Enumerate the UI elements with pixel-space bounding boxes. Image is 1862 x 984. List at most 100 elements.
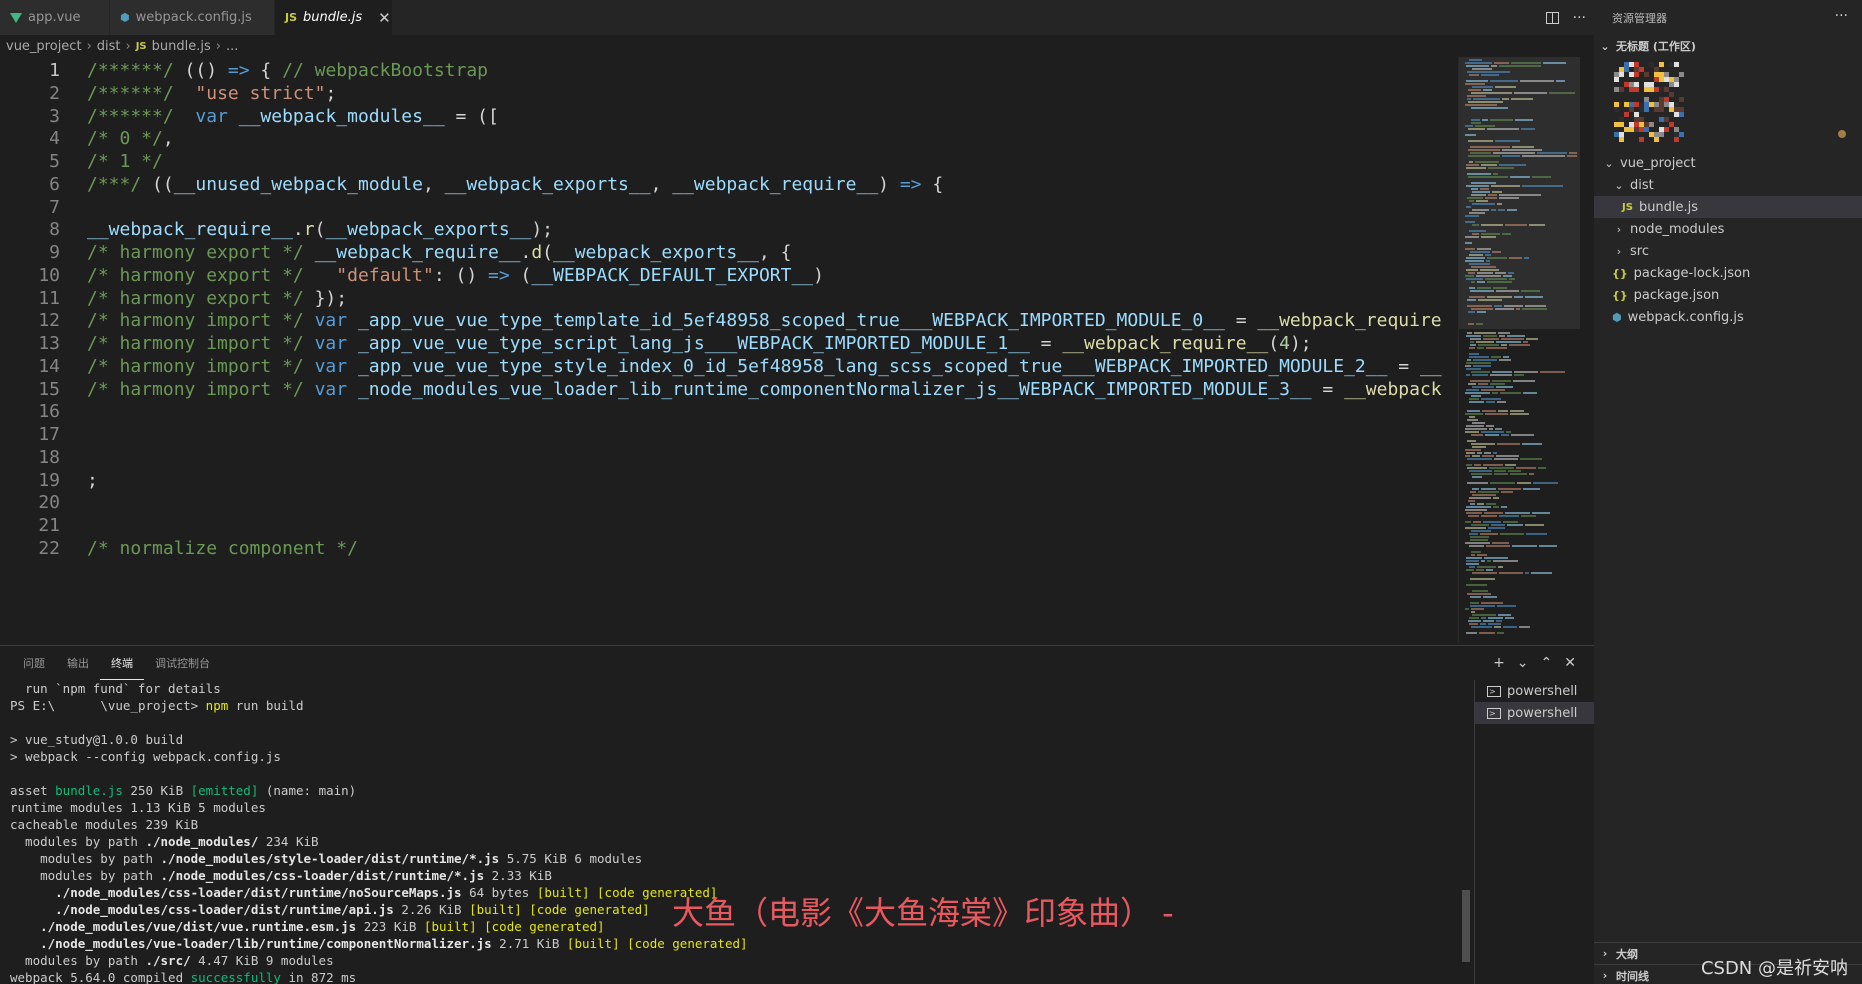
breadcrumb-item[interactable]: vue_project — [6, 39, 82, 54]
minimap-line — [1493, 152, 1535, 154]
minimap-line — [1485, 434, 1499, 436]
terminal-instance[interactable]: > powershell — [1475, 680, 1594, 702]
split-editor-icon[interactable] — [1545, 11, 1559, 24]
tab-terminal[interactable]: 终端 — [100, 646, 144, 680]
breadcrumb-item[interactable]: dist — [97, 39, 121, 54]
minimap-line — [1481, 515, 1497, 517]
minimap-line — [1492, 392, 1498, 394]
chevron-right-icon: › — [215, 38, 221, 54]
code-token: __webpack_require__ — [87, 219, 293, 241]
minimap-line — [1540, 371, 1565, 373]
tree-item-package-lock-json[interactable]: {} package-lock.json — [1594, 262, 1862, 284]
minimap-line — [1481, 398, 1501, 400]
minimap-line — [1498, 614, 1511, 616]
minimap-line — [1493, 560, 1518, 562]
minimap-line — [1469, 347, 1475, 349]
tree-item-node-modules[interactable]: › node_modules — [1594, 218, 1862, 240]
minimap-line — [1493, 506, 1499, 508]
minimap-line — [1488, 194, 1497, 196]
minimap-line — [1490, 383, 1505, 385]
minimap-line — [1470, 491, 1476, 493]
avatar-pixel — [1664, 127, 1669, 132]
code-token: __webpack_require__ — [1062, 333, 1269, 354]
minimap-line — [1522, 155, 1565, 157]
close-icon[interactable]: ✕ — [378, 9, 391, 27]
minimap-line — [1473, 98, 1500, 100]
code-editor[interactable]: 1/******/ (() => { // webpackBootstrap 2/… — [0, 57, 1458, 643]
terminal-scrollbar[interactable] — [1462, 890, 1470, 962]
code-text: /***/ ((__unused_webpack_module, __webpa… — [87, 174, 943, 195]
minimap-line — [1471, 308, 1493, 310]
minimap-line — [1466, 164, 1479, 166]
breadcrumb-item[interactable]: bundle.js — [152, 39, 211, 54]
terminal-text: 5.75 KiB 6 modules — [499, 851, 643, 866]
tree-item-dist[interactable]: ⌄ dist — [1594, 174, 1862, 196]
maximize-panel-icon[interactable]: ⌃ — [1541, 655, 1553, 671]
terminal-text: successfully — [190, 970, 281, 984]
minimap-line — [1477, 287, 1491, 289]
tab-app-vue[interactable]: app.vue — [0, 0, 110, 35]
chevron-down-icon[interactable]: ⌄ — [1517, 655, 1529, 671]
minimap[interactable] — [1458, 57, 1580, 643]
code-text: /* harmony export */ }); — [87, 288, 347, 309]
code-token: ( — [314, 219, 326, 241]
minimap-line — [1470, 290, 1494, 292]
code-line[interactable]: 22 /* normalize component */ — [0, 535, 1458, 562]
editor-scrollbar[interactable] — [1580, 57, 1594, 643]
minimap-line — [1509, 257, 1522, 259]
new-terminal-icon[interactable]: + — [1493, 655, 1505, 671]
line-number: 5 — [49, 151, 60, 172]
tree-item-package-json[interactable]: {} package.json — [1594, 284, 1862, 306]
terminal-text: ./src/ — [145, 953, 191, 968]
minimap-line — [1466, 269, 1478, 271]
terminal-output[interactable]: run `npm fund` for details PS E:\ \vue_pr… — [10, 680, 1470, 984]
tab-problems[interactable]: 问题 — [12, 646, 56, 680]
minimap-line — [1473, 359, 1497, 361]
tab-debug-console[interactable]: 调试控制台 — [144, 646, 221, 680]
tree-item-webpack-config-js[interactable]: ⬢ webpack.config.js — [1594, 306, 1862, 328]
terminal-instance[interactable]: > powershell — [1475, 702, 1594, 724]
avatar-pixel — [1614, 77, 1619, 82]
tree-item-label: bundle.js — [1638, 199, 1699, 215]
code-token: /******/ — [87, 105, 185, 127]
minimap-line — [1496, 455, 1519, 457]
tab-bundle-js[interactable]: JS bundle.js ✕ — [275, 0, 393, 35]
minimap-line — [1469, 254, 1483, 256]
minimap-line — [1514, 92, 1547, 94]
minimap-line — [1490, 374, 1512, 376]
tree-item-src[interactable]: › src — [1594, 240, 1862, 262]
code-token: /* harmony import */ — [87, 310, 315, 332]
minimap-line — [1487, 560, 1491, 562]
minimap-line — [1481, 389, 1505, 391]
terminal-text: ./node_modules/style-loader/dist/runtime… — [160, 851, 500, 866]
tab-webpack-config[interactable]: ⬢ webpack.config.js — [110, 0, 275, 35]
tab-output[interactable]: 输出 — [56, 646, 100, 680]
code-token: (( — [152, 173, 174, 195]
minimap-line — [1468, 272, 1475, 274]
terminal-text: [emitted] — [190, 783, 259, 798]
breadcrumb-item[interactable]: ... — [226, 39, 238, 54]
csdn-watermark: CSDN @是祈安呐 — [1700, 958, 1848, 979]
line-number: 9 — [49, 242, 60, 263]
minimap-line — [1466, 335, 1481, 337]
line-number: 17 — [38, 424, 60, 445]
close-panel-icon[interactable]: ✕ — [1564, 655, 1576, 671]
minimap-line — [1501, 506, 1507, 508]
more-actions-icon[interactable]: ··· — [1835, 8, 1848, 24]
minimap-line — [1474, 332, 1496, 334]
code-text: /* 1 */ — [87, 151, 163, 172]
tree-item-bundle-js[interactable]: JS bundle.js — [1594, 196, 1862, 218]
minimap-line — [1499, 65, 1541, 67]
minimap-line — [1508, 272, 1514, 274]
more-actions-icon[interactable]: ··· — [1573, 10, 1586, 26]
minimap-line — [1467, 332, 1472, 334]
tree-item-label: package-lock.json — [1633, 265, 1751, 281]
workspace-header[interactable]: ⌄ 无标题 (工作区) — [1594, 35, 1862, 57]
tree-item-vue-project[interactable]: ⌄ vue_project — [1594, 152, 1862, 174]
avatar-pixel — [1634, 87, 1639, 92]
avatar-pixel — [1679, 72, 1684, 77]
json-icon: {} — [1612, 266, 1628, 280]
code-text: /* 0 */, — [87, 128, 174, 149]
minimap-line — [1467, 458, 1492, 460]
